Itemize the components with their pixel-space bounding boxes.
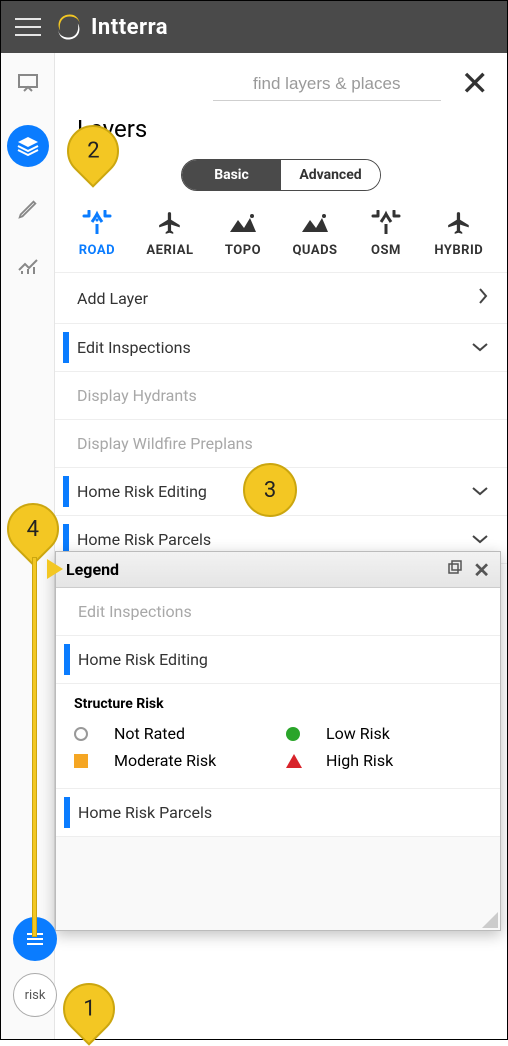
close-icon[interactable]: ✕ xyxy=(461,67,490,101)
layer-label: Display Hydrants xyxy=(77,386,197,405)
legend-item-label: Not Rated xyxy=(114,724,270,743)
display-wildfire-preplans-row[interactable]: Display Wildfire Preplans xyxy=(55,420,507,468)
callout-arrow-head xyxy=(47,559,63,579)
layer-label: Display Wildfire Preplans xyxy=(77,434,253,453)
osm-icon xyxy=(369,209,403,237)
legend-item-label: Low Risk xyxy=(326,724,482,743)
app-header: Intterra xyxy=(1,1,507,53)
map-type-quads[interactable]: QUADS xyxy=(292,209,337,258)
map-type-tabs: ROAD AERIAL TOPO QUADS xyxy=(55,209,507,273)
map-type-road[interactable]: ROAD xyxy=(79,209,115,258)
chevron-down-icon xyxy=(471,530,489,549)
legend-title: Legend xyxy=(66,560,119,579)
callout-number: 4 xyxy=(27,517,39,542)
high-risk-symbol xyxy=(286,754,302,768)
topo-icon xyxy=(226,209,260,237)
plane-icon xyxy=(442,209,476,237)
quads-icon xyxy=(298,209,332,237)
toggle-advanced[interactable]: Advanced xyxy=(281,160,380,190)
add-layer-row[interactable]: Add Layer xyxy=(55,273,507,324)
map-type-osm[interactable]: OSM xyxy=(369,209,403,258)
legend-item-label: Moderate Risk xyxy=(114,751,270,770)
resize-handle-icon[interactable] xyxy=(482,912,498,928)
low-risk-symbol xyxy=(286,727,300,741)
layer-label: Home Risk Parcels xyxy=(77,530,211,549)
analytics-icon[interactable] xyxy=(14,251,42,279)
brand-logo: Intterra xyxy=(55,13,168,41)
layer-list: Add Layer Edit Inspections Display Hydra… xyxy=(55,273,507,564)
legend-header[interactable]: Legend ✕ xyxy=(56,552,500,588)
mode-toggle[interactable]: Basic Advanced xyxy=(181,159,381,191)
map-type-topo[interactable]: TOPO xyxy=(225,209,261,258)
edit-inspections-row[interactable]: Edit Inspections xyxy=(55,324,507,372)
moderate-risk-symbol xyxy=(74,754,88,768)
callout-number: 2 xyxy=(87,139,99,164)
map-type-label: QUADS xyxy=(292,243,337,258)
map-type-label: HYBRID xyxy=(434,243,483,258)
map-type-label: AERIAL xyxy=(146,243,193,258)
chevron-down-icon xyxy=(471,482,489,501)
callout-3: 3 xyxy=(243,463,297,517)
legend-edit-inspections[interactable]: Edit Inspections xyxy=(56,588,500,636)
legend-home-risk-parcels[interactable]: Home Risk Parcels xyxy=(56,788,500,837)
risk-button[interactable]: risk xyxy=(13,973,57,1017)
road-icon xyxy=(80,209,114,237)
plane-icon xyxy=(153,209,187,237)
map-type-label: ROAD xyxy=(79,243,115,258)
legend-home-risk-editing[interactable]: Home Risk Editing xyxy=(56,636,500,684)
structure-risk-title: Structure Risk xyxy=(56,684,500,720)
not-rated-symbol xyxy=(74,727,88,741)
layers-button[interactable] xyxy=(7,125,49,167)
map-type-label: OSM xyxy=(371,243,401,258)
callout-number: 3 xyxy=(264,478,276,503)
layer-label: Home Risk Editing xyxy=(77,482,207,501)
brand-name: Intterra xyxy=(91,15,168,40)
panel-title: Layers xyxy=(55,101,507,153)
display-hydrants-row[interactable]: Display Hydrants xyxy=(55,372,507,420)
map-type-aerial[interactable]: AERIAL xyxy=(146,209,193,258)
chevron-down-icon xyxy=(471,338,489,357)
menu-icon[interactable] xyxy=(15,18,41,36)
presentation-icon[interactable] xyxy=(14,69,42,97)
chevron-right-icon xyxy=(477,287,489,309)
layer-label: Edit Inspections xyxy=(77,338,191,357)
toggle-basic[interactable]: Basic xyxy=(182,160,281,190)
legend-label: Home Risk Editing xyxy=(78,650,208,669)
risk-label: risk xyxy=(25,988,46,1003)
callout-arrow-line xyxy=(32,557,37,937)
close-icon[interactable]: ✕ xyxy=(473,558,490,582)
layer-label: Add Layer xyxy=(77,289,148,308)
legend-label: Edit Inspections xyxy=(78,602,192,621)
logo-icon xyxy=(55,13,83,41)
legend-panel: Legend ✕ Edit Inspections Home Risk Edit… xyxy=(55,551,501,931)
pencil-icon[interactable] xyxy=(14,195,42,223)
legend-item-label: High Risk xyxy=(326,751,482,770)
map-type-hybrid[interactable]: HYBRID xyxy=(434,209,483,258)
map-type-label: TOPO xyxy=(225,243,261,258)
maximize-icon[interactable] xyxy=(447,560,463,580)
callout-number: 1 xyxy=(83,997,95,1022)
search-input[interactable] xyxy=(213,68,441,101)
legend-label: Home Risk Parcels xyxy=(78,803,212,822)
structure-risk-legend: Not Rated Low Risk Moderate Risk High Ri… xyxy=(56,720,500,788)
